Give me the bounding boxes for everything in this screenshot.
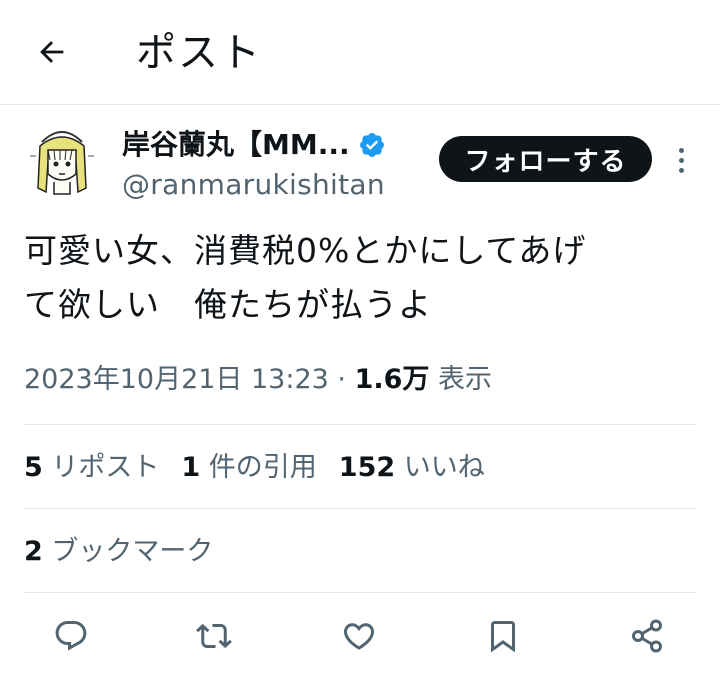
like-icon (343, 623, 375, 650)
share-icon (632, 619, 662, 653)
reposts-stat[interactable]: 5 リポスト (24, 448, 159, 488)
post-text-line: 可愛い女、消費税0%とかにしてあげ (24, 231, 587, 270)
quotes-label: 件の引用 (208, 452, 317, 483)
post-meta: 2023年10月21日 13:23 · 1.6万 表示 (24, 360, 492, 400)
quotes-count: 1 (181, 452, 201, 483)
views-label: 表示 (438, 364, 493, 395)
display-name: 岸谷蘭丸【MM... (122, 128, 350, 161)
avatar-image (30, 131, 94, 195)
more-dot-icon (678, 167, 684, 173)
header-divider (0, 104, 720, 105)
author-handle[interactable]: @ranmarukishitan (122, 167, 385, 203)
likes-label: いいね (403, 452, 485, 483)
repost-icon (196, 623, 232, 649)
top-app-bar: ポスト (0, 0, 720, 104)
bookmark-button[interactable] (481, 614, 525, 658)
reposts-count: 5 (24, 452, 43, 483)
views-count: 1.6万 (354, 364, 430, 395)
meta-separator: · (328, 364, 355, 395)
post-text-line: て欲しい 俺たちが払うよ (24, 285, 432, 324)
more-options-button[interactable] (668, 140, 694, 180)
avatar[interactable] (26, 122, 98, 200)
arrow-left-icon (40, 41, 64, 63)
more-dot-icon (678, 147, 684, 153)
reposts-label: リポスト (51, 452, 160, 483)
repost-button[interactable] (192, 614, 236, 658)
post-timestamp[interactable]: 2023年10月21日 13:23 (24, 364, 329, 395)
quotes-stat[interactable]: 1 件の引用 (181, 448, 316, 488)
verified-badge-icon (359, 133, 384, 157)
bookmarks-divider (24, 592, 696, 593)
bookmarks-stat[interactable]: 2 ブックマーク (24, 532, 213, 572)
follow-button[interactable]: フォローする (439, 136, 652, 182)
more-dot-icon (678, 157, 684, 163)
reply-button[interactable] (49, 614, 93, 658)
page-title: ポスト (136, 30, 262, 76)
share-button[interactable] (625, 614, 669, 658)
meta-divider (24, 424, 696, 425)
reply-icon (55, 621, 87, 651)
back-button[interactable] (30, 30, 74, 74)
post-text: 可愛い女、消費税0%とかにしてあげ て欲しい 俺たちが払うよ (24, 224, 704, 332)
author-name-row[interactable]: 岸谷蘭丸【MM... (122, 127, 386, 163)
like-button[interactable] (337, 614, 381, 658)
likes-count: 152 (338, 452, 396, 483)
likes-stat[interactable]: 152 いいね (339, 448, 485, 488)
bookmark-icon (491, 621, 515, 653)
bookmarks-count: 2 (24, 536, 43, 567)
engagement-stats: 5 リポスト 1 件の引用 152 いいね (24, 448, 507, 488)
stats-divider (24, 508, 696, 509)
bookmarks-label: ブックマーク (51, 536, 214, 567)
